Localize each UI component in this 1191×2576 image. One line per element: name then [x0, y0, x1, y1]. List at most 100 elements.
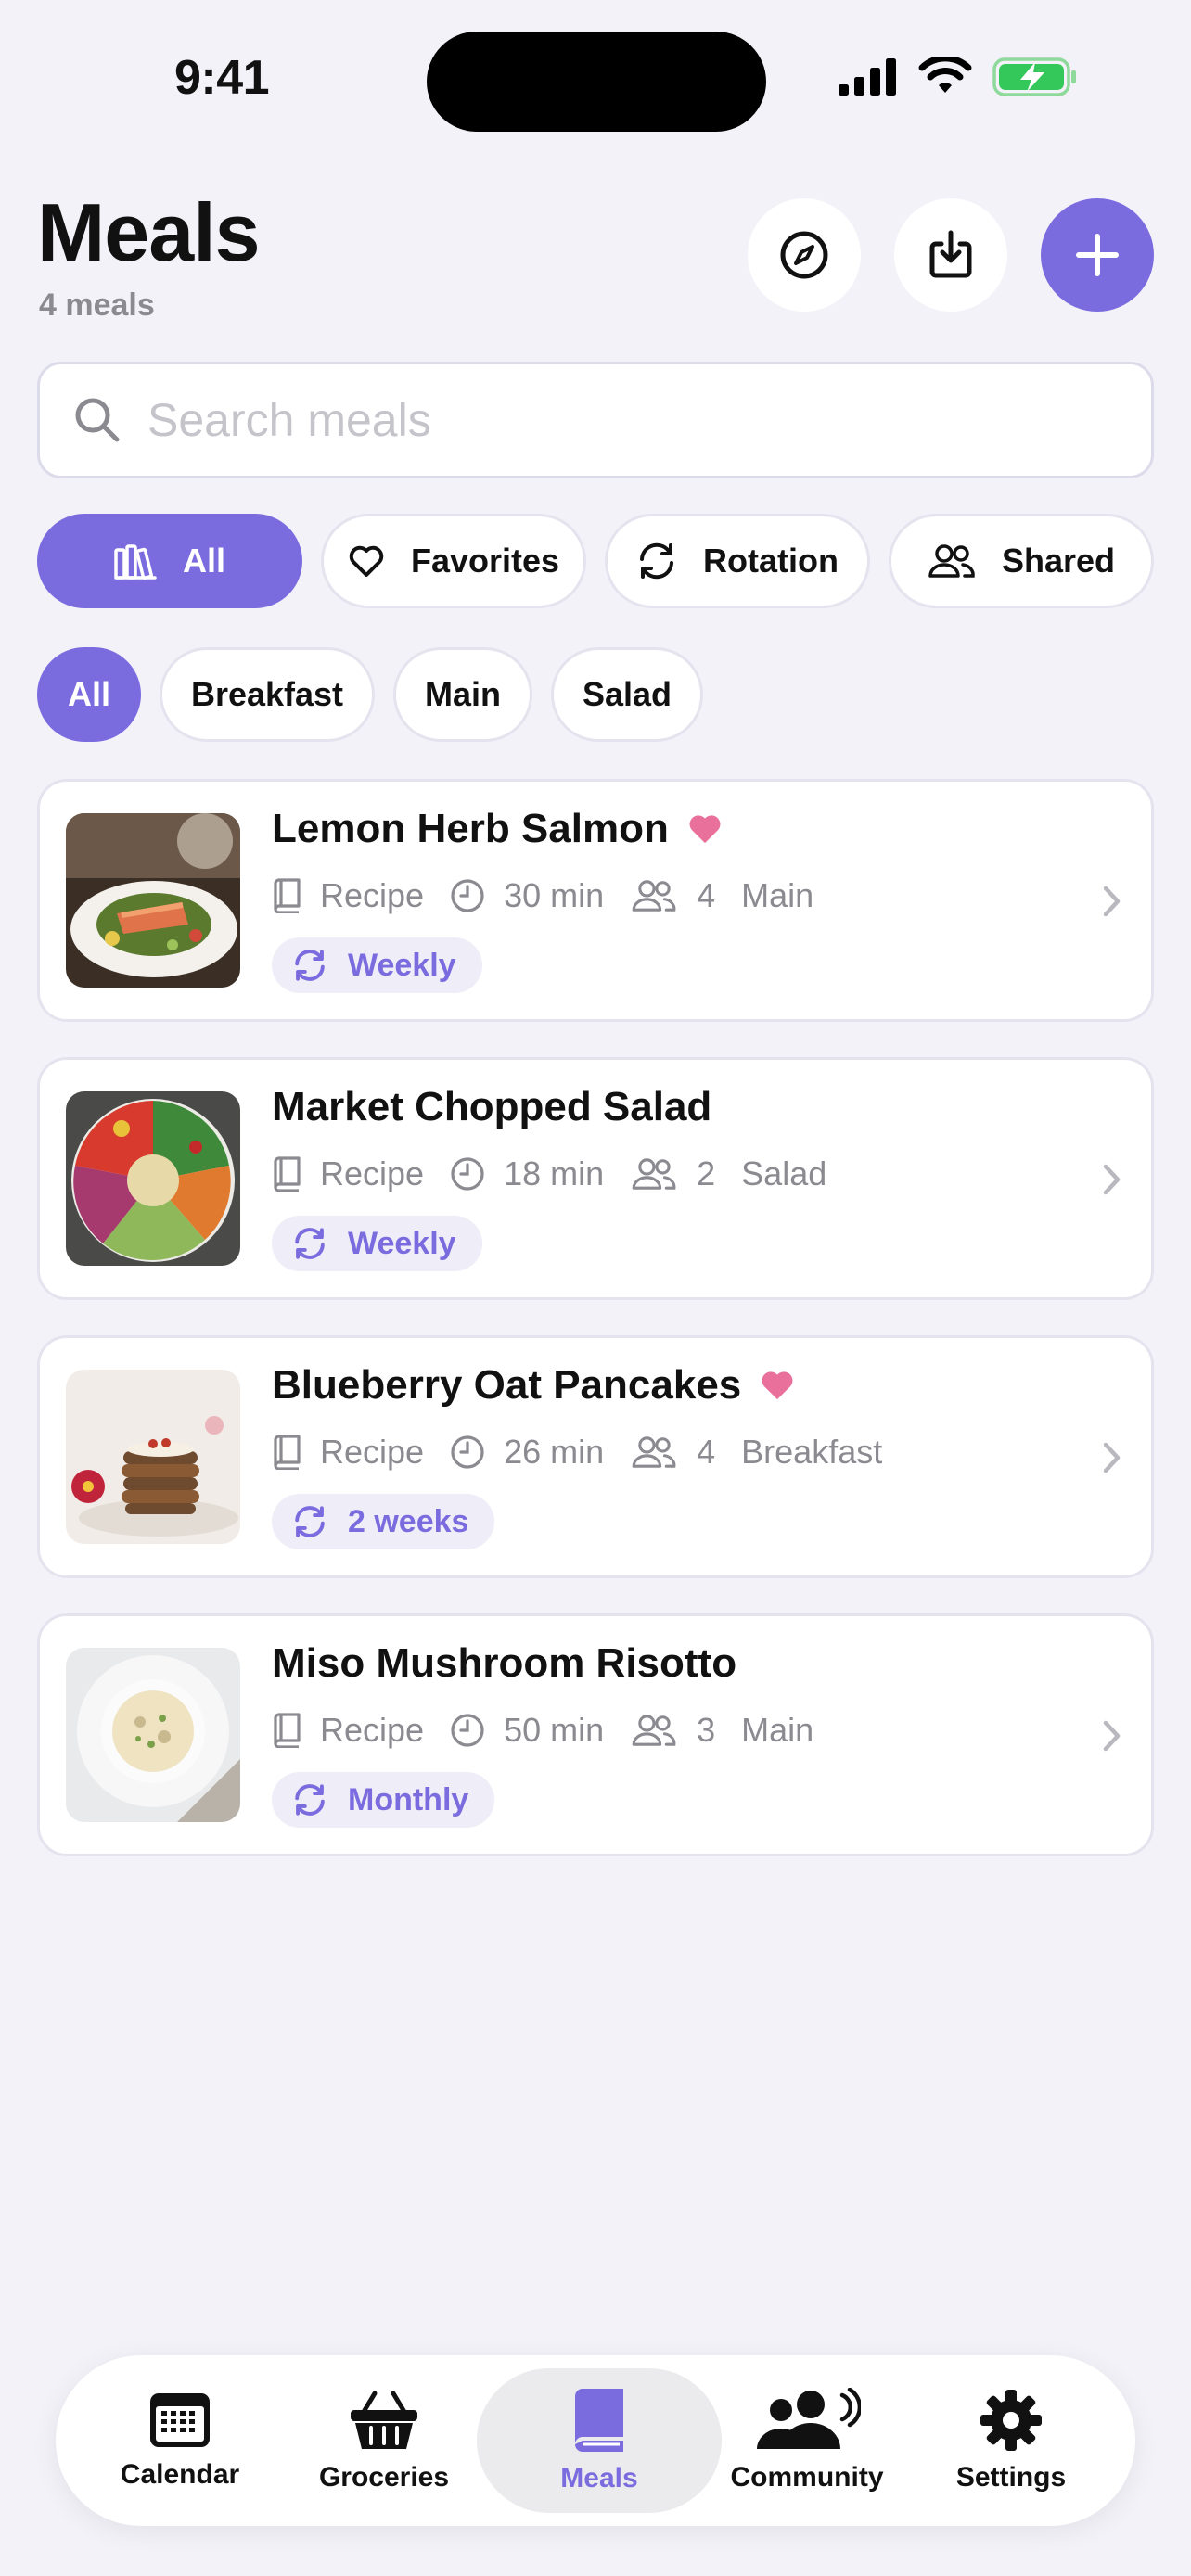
meal-source: Recipe	[320, 876, 425, 914]
filter-label: Rotation	[703, 542, 839, 580]
filter-all[interactable]: All	[37, 514, 302, 608]
meal-photo	[66, 1648, 240, 1822]
add-meal-button[interactable]	[1041, 198, 1154, 312]
meal-title-row: Blueberry Oat Pancakes	[272, 1362, 795, 1409]
servings-icon	[632, 880, 676, 912]
meal-time: 30 min	[504, 876, 605, 914]
tab-label: Calendar	[120, 2459, 240, 2490]
meal-photo	[66, 1370, 240, 1544]
rotation-badge: 2 weeks	[272, 1494, 495, 1549]
meal-source: Recipe	[320, 1433, 425, 1471]
meal-title-row: Market Chopped Salad	[272, 1084, 711, 1130]
recipe-book-icon	[274, 1435, 301, 1470]
recipe-book-icon	[274, 1713, 301, 1748]
filter-label: All	[182, 542, 225, 580]
search-input[interactable]	[147, 393, 982, 447]
tab-label: Groceries	[318, 2462, 450, 2493]
favorite-heart-icon	[762, 1371, 793, 1400]
category-label: Breakfast	[190, 675, 344, 713]
meal-category: Main	[741, 1711, 814, 1749]
meal-card-lemon-herb-salmon[interactable]: Lemon Herb Salmon Recipe 30 min 4 Main W…	[37, 779, 1154, 1022]
category-breakfast[interactable]: Breakfast	[160, 647, 375, 742]
rotation-label: 2 weeks	[348, 1503, 469, 1539]
rotation-icon	[295, 950, 325, 981]
meal-photo	[66, 1091, 240, 1266]
meal-title: Lemon Herb Salmon	[272, 806, 669, 851]
meal-category: Breakfast	[741, 1433, 883, 1471]
filter-label: Shared	[1001, 542, 1116, 580]
rotation-badge: Monthly	[272, 1772, 495, 1828]
meal-category: Salad	[741, 1154, 827, 1192]
meal-count: 4 meals	[39, 287, 155, 323]
tab-label: Community	[730, 2462, 884, 2493]
discover-button[interactable]	[748, 198, 861, 312]
calendar-icon	[150, 2393, 210, 2447]
servings-icon	[632, 1158, 676, 1190]
rotation-badge: Weekly	[272, 1216, 482, 1271]
rotation-icon	[295, 1506, 325, 1537]
chevron-right-icon	[1103, 1164, 1121, 1195]
meal-meta: Recipe 50 min 3 Main	[272, 1711, 839, 1750]
rotation-icon	[295, 1784, 325, 1816]
recipe-book-icon	[274, 878, 301, 913]
meal-time: 26 min	[504, 1433, 605, 1471]
category-main[interactable]: Main	[393, 647, 532, 742]
rotation-label: Weekly	[348, 947, 456, 983]
favorite-heart-icon	[689, 815, 721, 844]
meal-meta: Recipe 18 min 2 Salad	[272, 1154, 852, 1193]
tab-meals[interactable]: Meals	[477, 2368, 722, 2513]
book-icon	[575, 2389, 623, 2452]
rotation-icon	[640, 542, 674, 580]
filter-shared[interactable]: Shared	[889, 514, 1154, 608]
library-icon	[114, 544, 157, 580]
meal-title: Blueberry Oat Pancakes	[272, 1362, 742, 1408]
gear-icon	[980, 2390, 1042, 2451]
community-icon	[757, 2388, 861, 2449]
meal-card-market-chopped-salad[interactable]: Market Chopped Salad Recipe 18 min 2 Sal…	[37, 1057, 1154, 1300]
page-title: Meals	[37, 186, 261, 278]
heart-outline-icon	[349, 545, 384, 577]
meal-source: Recipe	[320, 1154, 425, 1192]
tab-community[interactable]: Community	[705, 2368, 909, 2513]
filter-label: Favorites	[410, 542, 560, 580]
rotation-label: Weekly	[348, 1225, 456, 1261]
chevron-right-icon	[1103, 886, 1121, 917]
meal-source: Recipe	[320, 1711, 425, 1749]
servings-icon	[632, 1715, 676, 1746]
meal-time: 18 min	[504, 1154, 605, 1192]
meal-servings: 2	[697, 1154, 716, 1192]
category-label: Main	[424, 675, 501, 713]
meal-title-row: Lemon Herb Salmon	[272, 806, 723, 852]
dynamic-island	[427, 32, 766, 132]
status-indicators	[839, 57, 1078, 96]
category-label: Salad	[582, 675, 672, 713]
meal-card-miso-mushroom-risotto[interactable]: Miso Mushroom Risotto Recipe 50 min 3 Ma…	[37, 1613, 1154, 1856]
cellular-signal-icon	[839, 58, 896, 96]
wifi-icon	[918, 57, 972, 93]
tab-settings[interactable]: Settings	[909, 2368, 1113, 2513]
meal-meta: Recipe 30 min 4 Main	[272, 876, 839, 915]
meal-time: 50 min	[504, 1711, 605, 1749]
clock-icon	[451, 1714, 484, 1747]
meal-card-blueberry-oat-pancakes[interactable]: Blueberry Oat Pancakes Recipe 26 min 4 B…	[37, 1335, 1154, 1578]
import-button[interactable]	[894, 198, 1007, 312]
meal-servings: 3	[697, 1711, 716, 1749]
meal-category: Main	[741, 876, 814, 914]
meal-servings: 4	[697, 1433, 716, 1471]
tab-groceries[interactable]: Groceries	[282, 2368, 486, 2513]
search-bar[interactable]	[37, 362, 1154, 478]
clock-icon	[451, 1435, 484, 1469]
plus-icon	[1076, 234, 1119, 276]
chevron-right-icon	[1103, 1720, 1121, 1752]
clock-icon	[451, 1157, 484, 1191]
category-all[interactable]: All	[37, 647, 141, 742]
battery-charging-icon	[992, 57, 1076, 96]
tab-calendar[interactable]: Calendar	[78, 2368, 282, 2513]
recipe-book-icon	[274, 1156, 301, 1192]
servings-icon	[632, 1436, 676, 1468]
filter-rotation[interactable]: Rotation	[605, 514, 870, 608]
people-icon	[928, 544, 975, 578]
category-salad[interactable]: Salad	[551, 647, 703, 742]
tab-label: Settings	[955, 2462, 1067, 2493]
filter-favorites[interactable]: Favorites	[321, 514, 586, 608]
